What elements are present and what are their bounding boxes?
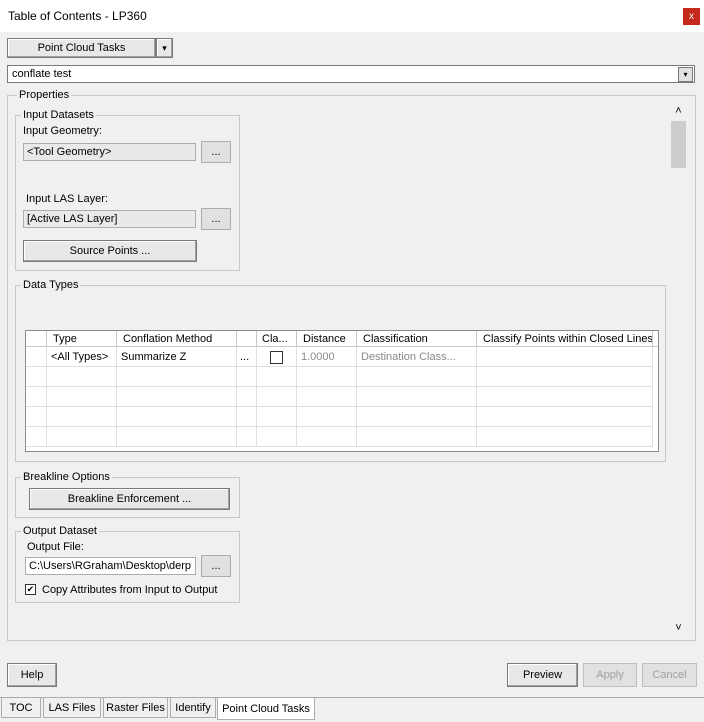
input-las-label: Input LAS Layer: [26,193,108,205]
empty-cell [257,407,297,427]
empty-cell [257,427,297,447]
empty-row-header [26,387,47,407]
empty-cell [237,427,257,447]
empty-cell [477,387,653,407]
properties-scrollbar[interactable] [670,103,687,637]
close-button[interactable]: x [683,8,700,25]
empty-cell [117,387,237,407]
cancel-button[interactable]: Cancel [642,663,697,687]
cell-method-options-button[interactable]: ... [237,347,257,367]
copy-attributes-checkbox[interactable]: ✔ [25,584,36,595]
empty-row-header [26,407,47,427]
empty-row-header [26,367,47,387]
cell-conflation-method[interactable]: Summarize Z [117,347,237,367]
empty-cell [357,387,477,407]
breakline-enforcement-button[interactable]: Breakline Enforcement ... [29,488,230,510]
output-file-label: Output File: [27,541,84,553]
help-button[interactable]: Help [7,663,57,687]
tab-las-files[interactable]: LAS Files [43,698,101,718]
tab-identify[interactable]: Identify [170,698,216,718]
empty-cell [357,427,477,447]
task-combo[interactable]: conflate test ▾ [7,65,695,83]
chevron-down-icon[interactable]: ▾ [678,67,693,82]
empty-cell [117,407,237,427]
empty-cell [297,367,357,387]
empty-cell [257,387,297,407]
empty-row-header [26,427,47,447]
input-geometry-field[interactable]: <Tool Geometry> [23,143,196,161]
empty-cell [297,427,357,447]
empty-cell [477,367,653,387]
scrollbar-thumb[interactable] [671,121,686,168]
preview-button[interactable]: Preview [507,663,578,687]
data-types-grid[interactable]: Type Conflation Method Cla... Distance C… [25,330,659,452]
empty-cell [47,427,117,447]
input-las-browse-button[interactable]: ... [201,208,231,230]
tool-selector-button[interactable]: Point Cloud Tasks [7,38,156,58]
empty-cell [477,407,653,427]
classify-checkbox[interactable] [270,351,283,364]
tool-selector-dropdown-icon[interactable]: ▾ [156,38,173,58]
tab-raster-files[interactable]: Raster Files [103,698,168,718]
column-header-classify-closed-lines[interactable]: Classify Points within Closed Lines [477,331,653,347]
column-header-conflation-method[interactable]: Conflation Method [117,331,237,347]
properties-legend: Properties [17,89,72,101]
empty-cell [237,367,257,387]
empty-cell [237,407,257,427]
column-header-method-options[interactable] [237,331,257,347]
input-geometry-label: Input Geometry: [23,125,102,137]
empty-cell [297,407,357,427]
column-header-type[interactable]: Type [47,331,117,347]
cell-type[interactable]: <All Types> [47,347,117,367]
empty-cell [257,367,297,387]
empty-cell [47,387,117,407]
empty-cell [477,427,653,447]
column-header-classify[interactable]: Cla... [257,331,297,347]
column-header-classification[interactable]: Classification [357,331,477,347]
cell-classify-closed-lines[interactable] [477,347,653,367]
breakline-options-legend: Breakline Options [21,471,112,483]
input-las-field[interactable]: [Active LAS Layer] [23,210,196,228]
column-header-distance[interactable]: Distance [297,331,357,347]
empty-cell [357,367,477,387]
output-dataset-legend: Output Dataset [21,525,99,537]
task-combo-value: conflate test [12,68,72,80]
cell-distance[interactable]: 1.0000 [297,347,357,367]
data-types-legend: Data Types [21,279,81,291]
empty-cell [117,367,237,387]
empty-cell [297,387,357,407]
empty-cell [47,407,117,427]
grid-row-header-corner [26,331,47,347]
column-header-filler [653,331,658,347]
tab-toc[interactable]: TOC [1,698,41,718]
output-file-browse-button[interactable]: ... [201,555,231,577]
cell-classify-checkbox-cell[interactable] [257,347,297,367]
cell-classification[interactable]: Destination Class... [357,347,477,367]
empty-cell [357,407,477,427]
empty-cell [117,427,237,447]
scroll-up-icon[interactable]: ˄ [671,105,686,119]
tab-point-cloud-tasks[interactable]: Point Cloud Tasks [217,698,315,720]
output-file-field[interactable]: C:\Users\RGraham\Desktop\derp [25,557,196,575]
input-geometry-browse-button[interactable]: ... [201,141,231,163]
source-points-button[interactable]: Source Points ... [23,240,197,262]
input-datasets-legend: Input Datasets [21,109,96,121]
empty-cell [237,387,257,407]
window-title: Table of Contents - LP360 [8,9,147,23]
scroll-down-icon[interactable]: ˅ [671,622,686,636]
row-header[interactable] [26,347,47,367]
copy-attributes-label[interactable]: Copy Attributes from Input to Output [42,584,217,596]
empty-cell [47,367,117,387]
apply-button[interactable]: Apply [583,663,637,687]
